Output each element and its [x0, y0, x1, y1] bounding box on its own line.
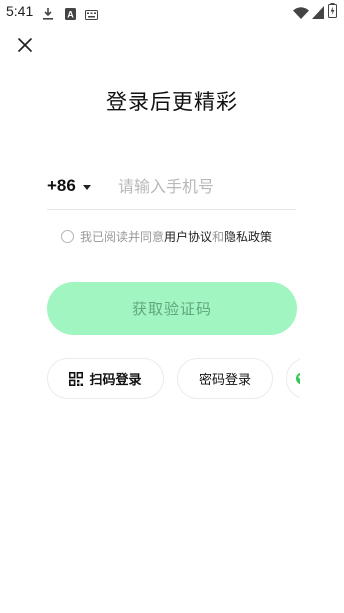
get-code-button[interactable]: 获取验证码	[47, 282, 297, 335]
privacy-policy-link[interactable]: 隐私政策	[224, 228, 272, 245]
download-icon	[42, 5, 54, 24]
page-title: 登录后更精彩	[106, 90, 238, 114]
qr-login-button[interactable]: 扫码登录	[47, 358, 164, 399]
agreement-checkbox[interactable]	[61, 229, 74, 243]
signal-icon	[312, 4, 324, 23]
qr-login-label: 扫码登录	[89, 373, 142, 388]
close-icon	[18, 38, 32, 52]
phone-input[interactable]	[118, 170, 294, 202]
battery-charging-icon	[328, 3, 337, 22]
agreement-prefix: 我已阅读并同意	[80, 229, 165, 244]
user-agreement-link[interactable]: 用户协议	[164, 228, 212, 245]
password-login-button[interactable]: 密码登录	[177, 358, 273, 399]
country-code-label: +86	[47, 176, 76, 195]
keyboard-icon	[85, 5, 98, 24]
caret-down-icon	[82, 184, 91, 190]
password-login-label: 密码登录	[198, 373, 251, 388]
svg-text:A: A	[67, 10, 74, 20]
phone-input-row: +86	[47, 166, 296, 210]
close-button[interactable]	[14, 34, 36, 56]
scroll-clip-overlay	[300, 350, 344, 410]
qr-code-icon	[69, 371, 84, 386]
status-bar: 5:41 A	[0, 0, 344, 24]
wifi-icon	[293, 4, 309, 23]
font-a-icon: A	[65, 5, 76, 24]
agreement-row: 我已阅读并同意 用户协议 和 隐私政策	[61, 227, 272, 245]
agreement-and: 和	[212, 229, 225, 244]
status-time: 5:41	[6, 3, 34, 19]
country-code-selector[interactable]: +86	[47, 174, 91, 198]
